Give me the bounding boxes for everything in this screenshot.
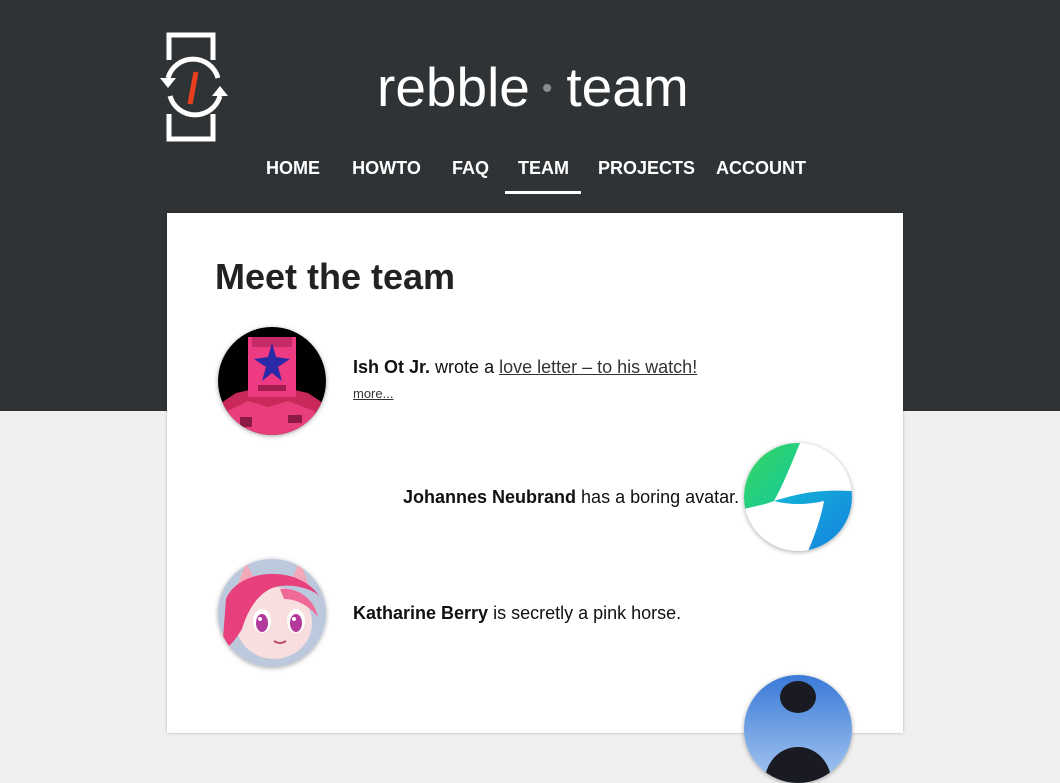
avatar-team-member xyxy=(744,675,852,783)
nav-faq[interactable]: FAQ xyxy=(452,148,489,188)
page-title: Meet the team xyxy=(215,256,456,297)
nav-howto[interactable]: HOWTO xyxy=(351,148,422,188)
title-separator: • xyxy=(541,72,553,105)
member-ish-ot-jr: Ish Ot Jr. wrote a love letter – to his … xyxy=(353,355,697,379)
member-name: Ish Ot Jr. xyxy=(353,357,431,377)
member-name: Johannes Neubrand xyxy=(403,487,577,507)
member-text: wrote a xyxy=(435,357,495,377)
member-text: is secretly a pink horse. xyxy=(493,603,682,623)
member-text: has a boring avatar. xyxy=(581,487,740,507)
member-johannes-neubrand: Johannes Neubrand has a boring avatar. xyxy=(403,485,739,509)
nav-home[interactable]: HOME xyxy=(265,148,321,188)
member-katharine-berry: Katharine Berry is secretly a pink horse… xyxy=(353,601,681,625)
avatar-ish-ot-jr xyxy=(218,327,326,435)
avatar-katharine-berry xyxy=(218,559,326,667)
love-letter-link[interactable]: love letter – to his watch! xyxy=(499,357,697,377)
nav-projects[interactable]: PROJECTS xyxy=(598,148,695,188)
main-nav: HOME HOWTO FAQ TEAM PROJECTS ACCOUNT xyxy=(0,148,1060,198)
team-card: Meet the team Ish Ot Jr. wrote a love le… xyxy=(167,213,903,783)
site-title: rebble • team xyxy=(377,52,689,122)
member-name: Katharine Berry xyxy=(353,603,489,623)
rebble-logo[interactable] xyxy=(156,32,232,142)
site-section: team xyxy=(566,56,689,118)
avatar-johannes-neubrand xyxy=(744,443,852,551)
site-name: rebble xyxy=(377,56,530,118)
nav-team[interactable]: TEAM xyxy=(505,148,581,194)
more-link[interactable]: more... xyxy=(353,386,393,401)
nav-account[interactable]: ACCOUNT xyxy=(716,148,806,188)
